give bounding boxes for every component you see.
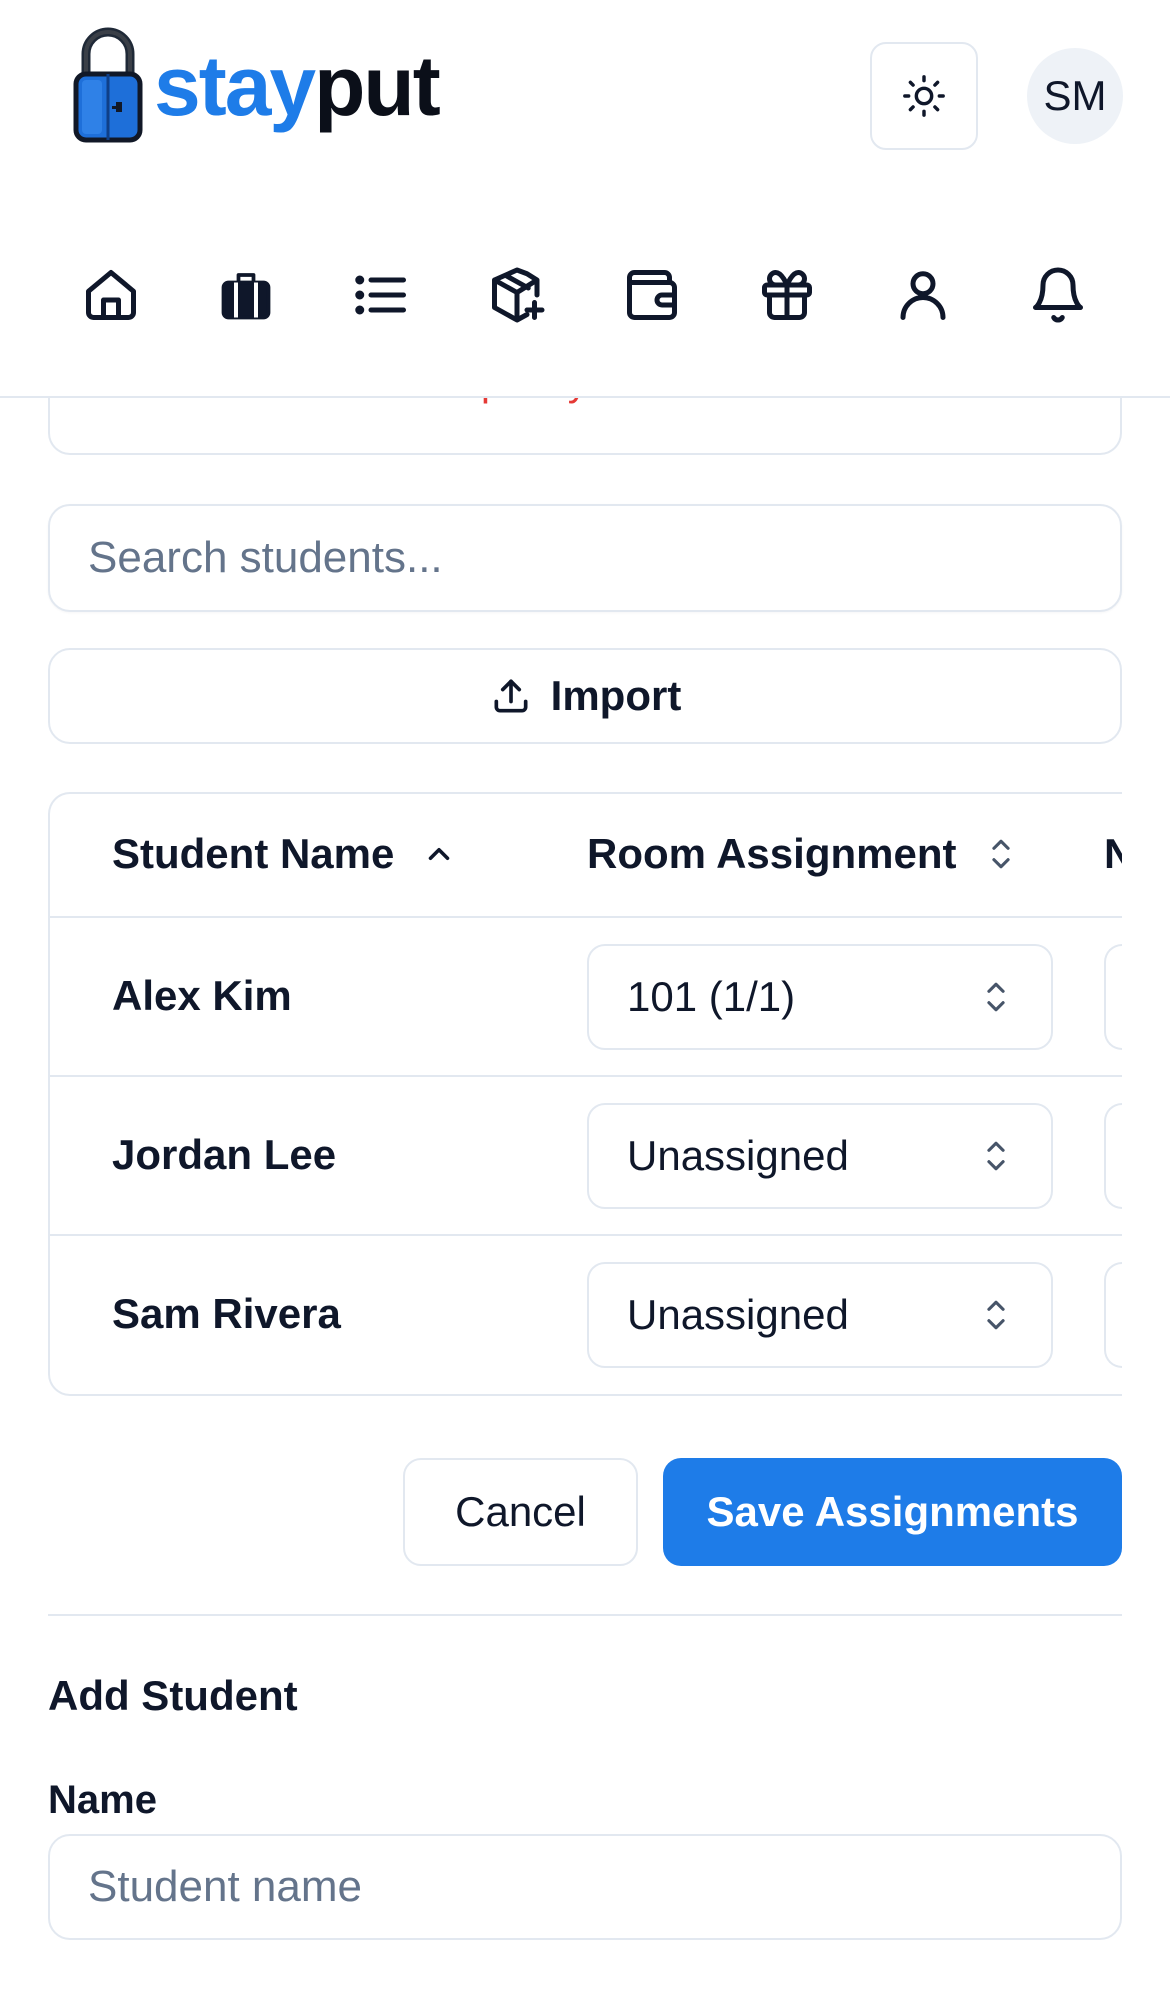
student-name: Alex Kim — [112, 972, 292, 1019]
student-name: Jordan Lee — [112, 1131, 337, 1178]
sun-icon — [901, 73, 947, 119]
chevron-up-icon — [422, 837, 456, 871]
save-assignments-button[interactable]: Save Assignments — [663, 1458, 1122, 1566]
next-column-cell[interactable] — [1104, 944, 1122, 1050]
brand-logo[interactable]: stayput — [72, 24, 441, 144]
theme-toggle-button[interactable] — [870, 42, 978, 150]
search-box — [48, 504, 1122, 612]
brand-name-stay: stay — [154, 38, 316, 133]
nav-wallet-icon[interactable] — [617, 260, 687, 330]
nav-list-icon[interactable] — [346, 260, 416, 330]
user-avatar[interactable]: SM — [1027, 48, 1123, 144]
nav-user-icon[interactable] — [888, 260, 958, 330]
name-field — [48, 1834, 1122, 1940]
import-label: Import — [550, 672, 682, 719]
room-select[interactable]: Unassigned — [587, 1103, 1053, 1209]
app-header: stayput SM — [0, 0, 1170, 398]
column-label: Student Name — [112, 830, 395, 877]
nav-package-plus-icon[interactable] — [482, 260, 552, 330]
table-header: Student Name Room Assignment N — [50, 794, 1122, 918]
sort-icon — [984, 834, 1018, 874]
name-field-label: Name — [48, 1778, 157, 1822]
room-select-value: Unassigned — [627, 1291, 849, 1338]
next-column-cell[interactable] — [1104, 1262, 1122, 1368]
chevron-up-down-icon — [979, 977, 1013, 1017]
nav-gift-icon[interactable] — [752, 260, 822, 330]
column-header-room-assignment[interactable]: Room Assignment — [587, 830, 1018, 878]
import-button[interactable]: Import — [48, 648, 1122, 744]
upload-icon — [489, 674, 533, 718]
main-nav — [0, 250, 1170, 340]
room-select-value: Unassigned — [627, 1132, 849, 1179]
nav-home-icon[interactable] — [76, 260, 146, 330]
student-name-input[interactable] — [50, 1836, 1120, 1938]
table-row: Sam Rivera Unassigned — [50, 1236, 1122, 1394]
students-table: Student Name Room Assignment N Alex Kim … — [48, 792, 1122, 1396]
lock-logo-icon — [72, 24, 144, 144]
room-select[interactable]: 101 (1/1) — [587, 944, 1053, 1050]
cancel-button[interactable]: Cancel — [403, 1458, 638, 1566]
section-divider — [48, 1614, 1122, 1616]
room-select-value: 101 (1/1) — [627, 973, 796, 1020]
column-label: Room Assignment — [587, 830, 957, 877]
chevron-up-down-icon — [979, 1295, 1013, 1335]
nav-bell-icon[interactable] — [1023, 260, 1093, 330]
column-header-next[interactable]: N — [1104, 830, 1122, 878]
chevron-up-down-icon — [979, 1136, 1013, 1176]
student-name: Sam Rivera — [112, 1290, 341, 1337]
add-student-heading: Add Student — [48, 1672, 298, 1719]
room-select[interactable]: Unassigned — [587, 1262, 1053, 1368]
next-column-cell[interactable] — [1104, 1103, 1122, 1209]
brand-name-put: put — [314, 38, 441, 133]
search-input[interactable] — [50, 506, 1120, 610]
column-header-student-name[interactable]: Student Name — [112, 830, 456, 878]
nav-luggage-icon[interactable] — [211, 260, 281, 330]
table-row: Alex Kim 101 (1/1) — [50, 918, 1122, 1077]
table-row: Jordan Lee Unassigned — [50, 1077, 1122, 1236]
